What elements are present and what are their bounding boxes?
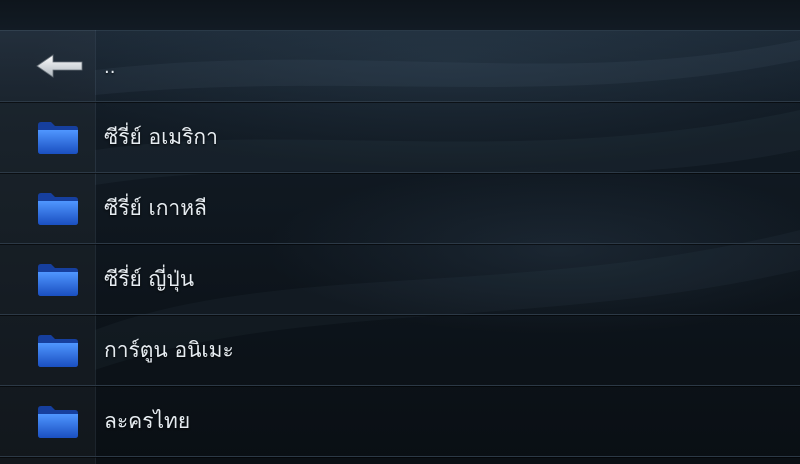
file-browser-screen: .. ซีรี่ย์ อเมริกา ซีรี่ย์ เกาหลี ซีรี่ย… [0, 0, 800, 464]
folder-icon [38, 264, 78, 296]
back-arrow-icon [36, 54, 83, 78]
folder-item-label: ซีรี่ย์ เกาหลี [104, 196, 207, 220]
top-bar [0, 0, 800, 31]
folder-icon [38, 193, 78, 225]
folder-item-series-america[interactable]: ซีรี่ย์ อเมริกา [0, 102, 800, 173]
folder-item-thai-drama[interactable]: ละครไทย [0, 386, 800, 457]
folder-item-label: ละครไทย [104, 409, 191, 433]
folder-item-label: ซีรี่ย์ ญี่ปุ่น [104, 267, 195, 291]
parent-directory-item[interactable]: .. [0, 31, 800, 102]
folder-item-series-japan[interactable]: ซีรี่ย์ ญี่ปุ่น [0, 244, 800, 315]
parent-directory-label: .. [104, 57, 116, 78]
folder-item-label: การ์ตูน อนิเมะ [104, 338, 234, 362]
folder-list: .. ซีรี่ย์ อเมริกา ซีรี่ย์ เกาหลี ซีรี่ย… [0, 31, 800, 457]
folder-icon [38, 406, 78, 438]
folder-icon [38, 122, 78, 154]
folder-icon [38, 335, 78, 367]
folder-item-label: ซีรี่ย์ อเมริกา [104, 125, 218, 149]
folder-item-series-korea[interactable]: ซีรี่ย์ เกาหลี [0, 173, 800, 244]
folder-item-cartoon-anime[interactable]: การ์ตูน อนิเมะ [0, 315, 800, 386]
